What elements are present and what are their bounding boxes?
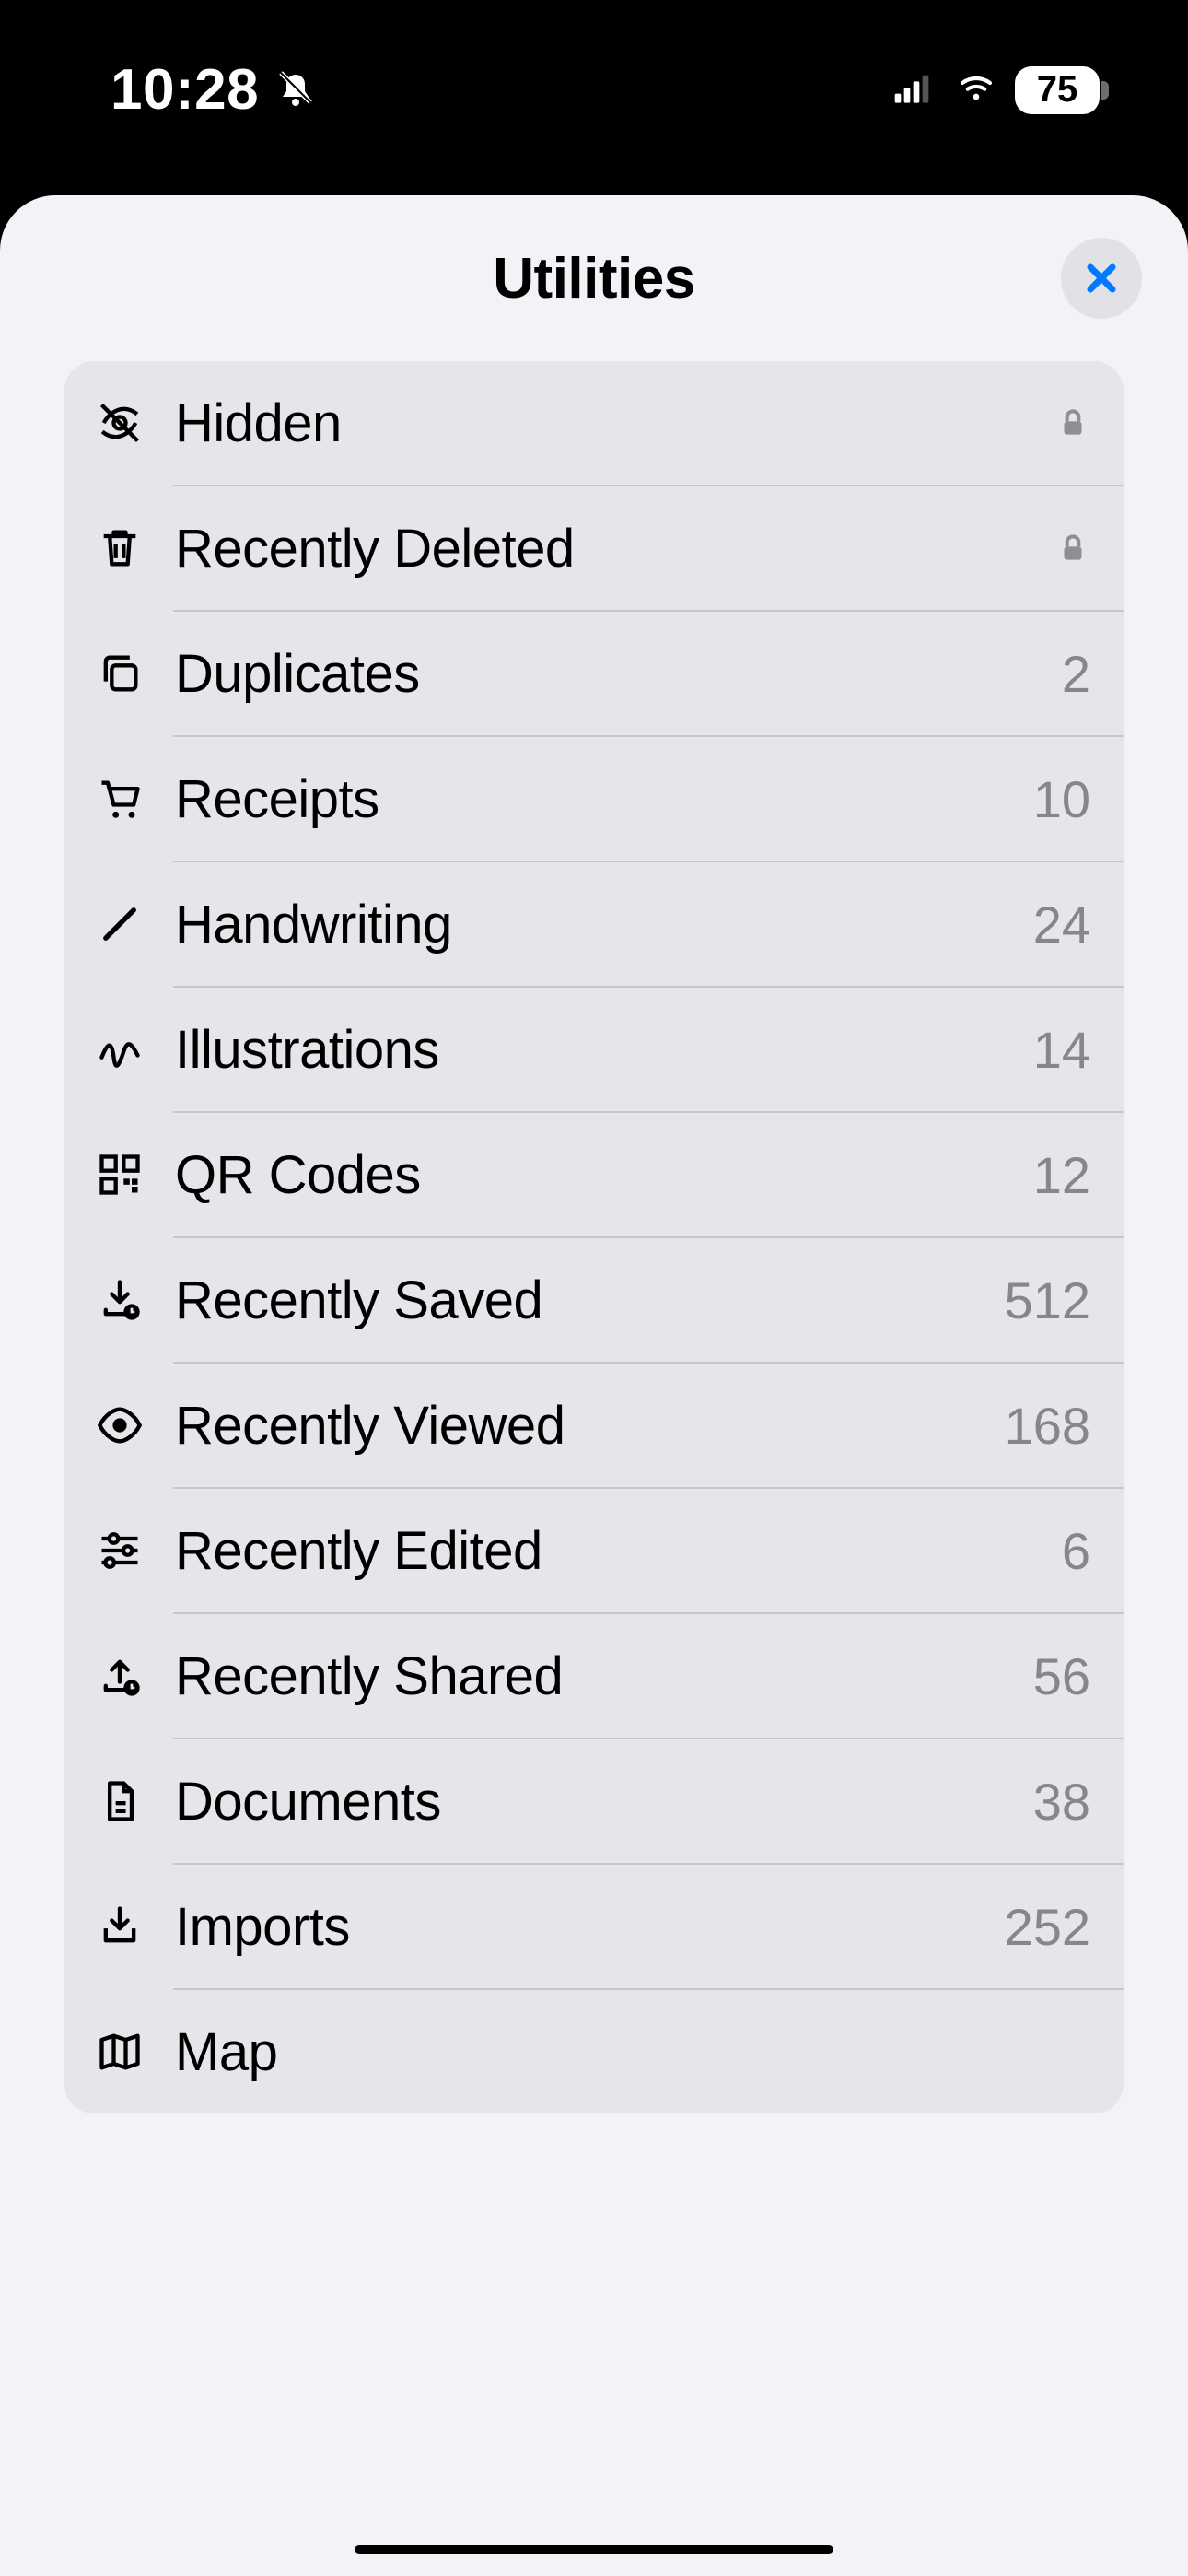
row-label: Documents <box>175 1771 1033 1832</box>
row-count: 168 <box>1005 1396 1090 1456</box>
row-count: 6 <box>1062 1521 1090 1581</box>
sliders-icon <box>90 1521 149 1580</box>
utilities-list: HiddenRecently DeletedDuplicates2Receipt… <box>64 361 1124 2113</box>
row-count: 10 <box>1033 769 1090 829</box>
status-bar: 10:28 75 <box>0 0 1188 180</box>
battery-indicator: 75 <box>1015 66 1100 114</box>
list-row[interactable]: Illustrations14 <box>64 988 1124 1111</box>
copy-icon <box>90 644 149 703</box>
list-row[interactable]: Receipts10 <box>64 737 1124 861</box>
bell-slash-icon <box>274 65 318 114</box>
list-row[interactable]: Recently Saved512 <box>64 1238 1124 1362</box>
status-time: 10:28 <box>111 57 259 123</box>
cellular-icon <box>886 69 938 111</box>
qrcode-icon <box>90 1145 149 1204</box>
upload-clock-icon <box>90 1646 149 1705</box>
row-label: Recently Deleted <box>175 518 1055 580</box>
row-count: 24 <box>1033 895 1090 954</box>
row-label: Receipts <box>175 768 1033 830</box>
row-count: 14 <box>1033 1020 1090 1080</box>
list-row[interactable]: Recently Edited6 <box>64 1489 1124 1612</box>
download-clock-icon <box>90 1270 149 1329</box>
row-count: 38 <box>1033 1772 1090 1832</box>
sheet-header: Utilities <box>0 195 1188 361</box>
row-label: Handwriting <box>175 894 1033 955</box>
list-row[interactable]: Duplicates2 <box>64 612 1124 735</box>
row-count: 56 <box>1033 1646 1090 1706</box>
sheet-title: Utilities <box>493 246 694 311</box>
lock-icon <box>1055 405 1090 440</box>
row-label: Recently Viewed <box>175 1395 1005 1457</box>
lock-icon <box>1055 531 1090 566</box>
row-label: Duplicates <box>175 643 1062 705</box>
list-row[interactable]: Imports252 <box>64 1865 1124 1988</box>
scribble-icon <box>90 1020 149 1079</box>
list-row[interactable]: Hidden <box>64 361 1124 485</box>
list-row[interactable]: Documents38 <box>64 1739 1124 1863</box>
close-button[interactable] <box>1061 238 1142 319</box>
import-icon <box>90 1897 149 1956</box>
eye-icon <box>90 1396 149 1455</box>
cart-icon <box>90 769 149 828</box>
list-row[interactable]: QR Codes12 <box>64 1113 1124 1236</box>
row-count: 12 <box>1033 1145 1090 1205</box>
pencil-icon <box>90 895 149 954</box>
list-row[interactable]: Handwriting24 <box>64 862 1124 986</box>
row-label: Hidden <box>175 392 1055 454</box>
row-label: Recently Shared <box>175 1645 1033 1707</box>
row-label: Illustrations <box>175 1019 1033 1081</box>
trash-icon <box>90 519 149 578</box>
list-row[interactable]: Recently Deleted <box>64 486 1124 610</box>
row-label: Recently Saved <box>175 1270 1005 1331</box>
map-icon <box>90 2022 149 2081</box>
eye-slash-icon <box>90 393 149 452</box>
row-label: Imports <box>175 1896 1005 1958</box>
row-label: Recently Edited <box>175 1520 1062 1582</box>
list-row[interactable]: Map <box>64 1990 1124 2113</box>
list-row[interactable]: Recently Shared56 <box>64 1614 1124 1738</box>
document-icon <box>90 1772 149 1831</box>
row-label: QR Codes <box>175 1144 1033 1206</box>
close-icon <box>1079 256 1124 300</box>
row-count: 2 <box>1062 644 1090 704</box>
wifi-icon <box>954 69 998 111</box>
list-row[interactable]: Recently Viewed168 <box>64 1364 1124 1487</box>
row-count: 512 <box>1005 1270 1090 1330</box>
utilities-sheet: Utilities Hidden Recently Deleted Duplicat… <box>0 195 1188 2576</box>
battery-percent: 75 <box>1037 69 1078 111</box>
home-indicator[interactable] <box>355 2545 833 2554</box>
row-count: 252 <box>1005 1897 1090 1957</box>
row-label: Map <box>175 2021 1090 2083</box>
